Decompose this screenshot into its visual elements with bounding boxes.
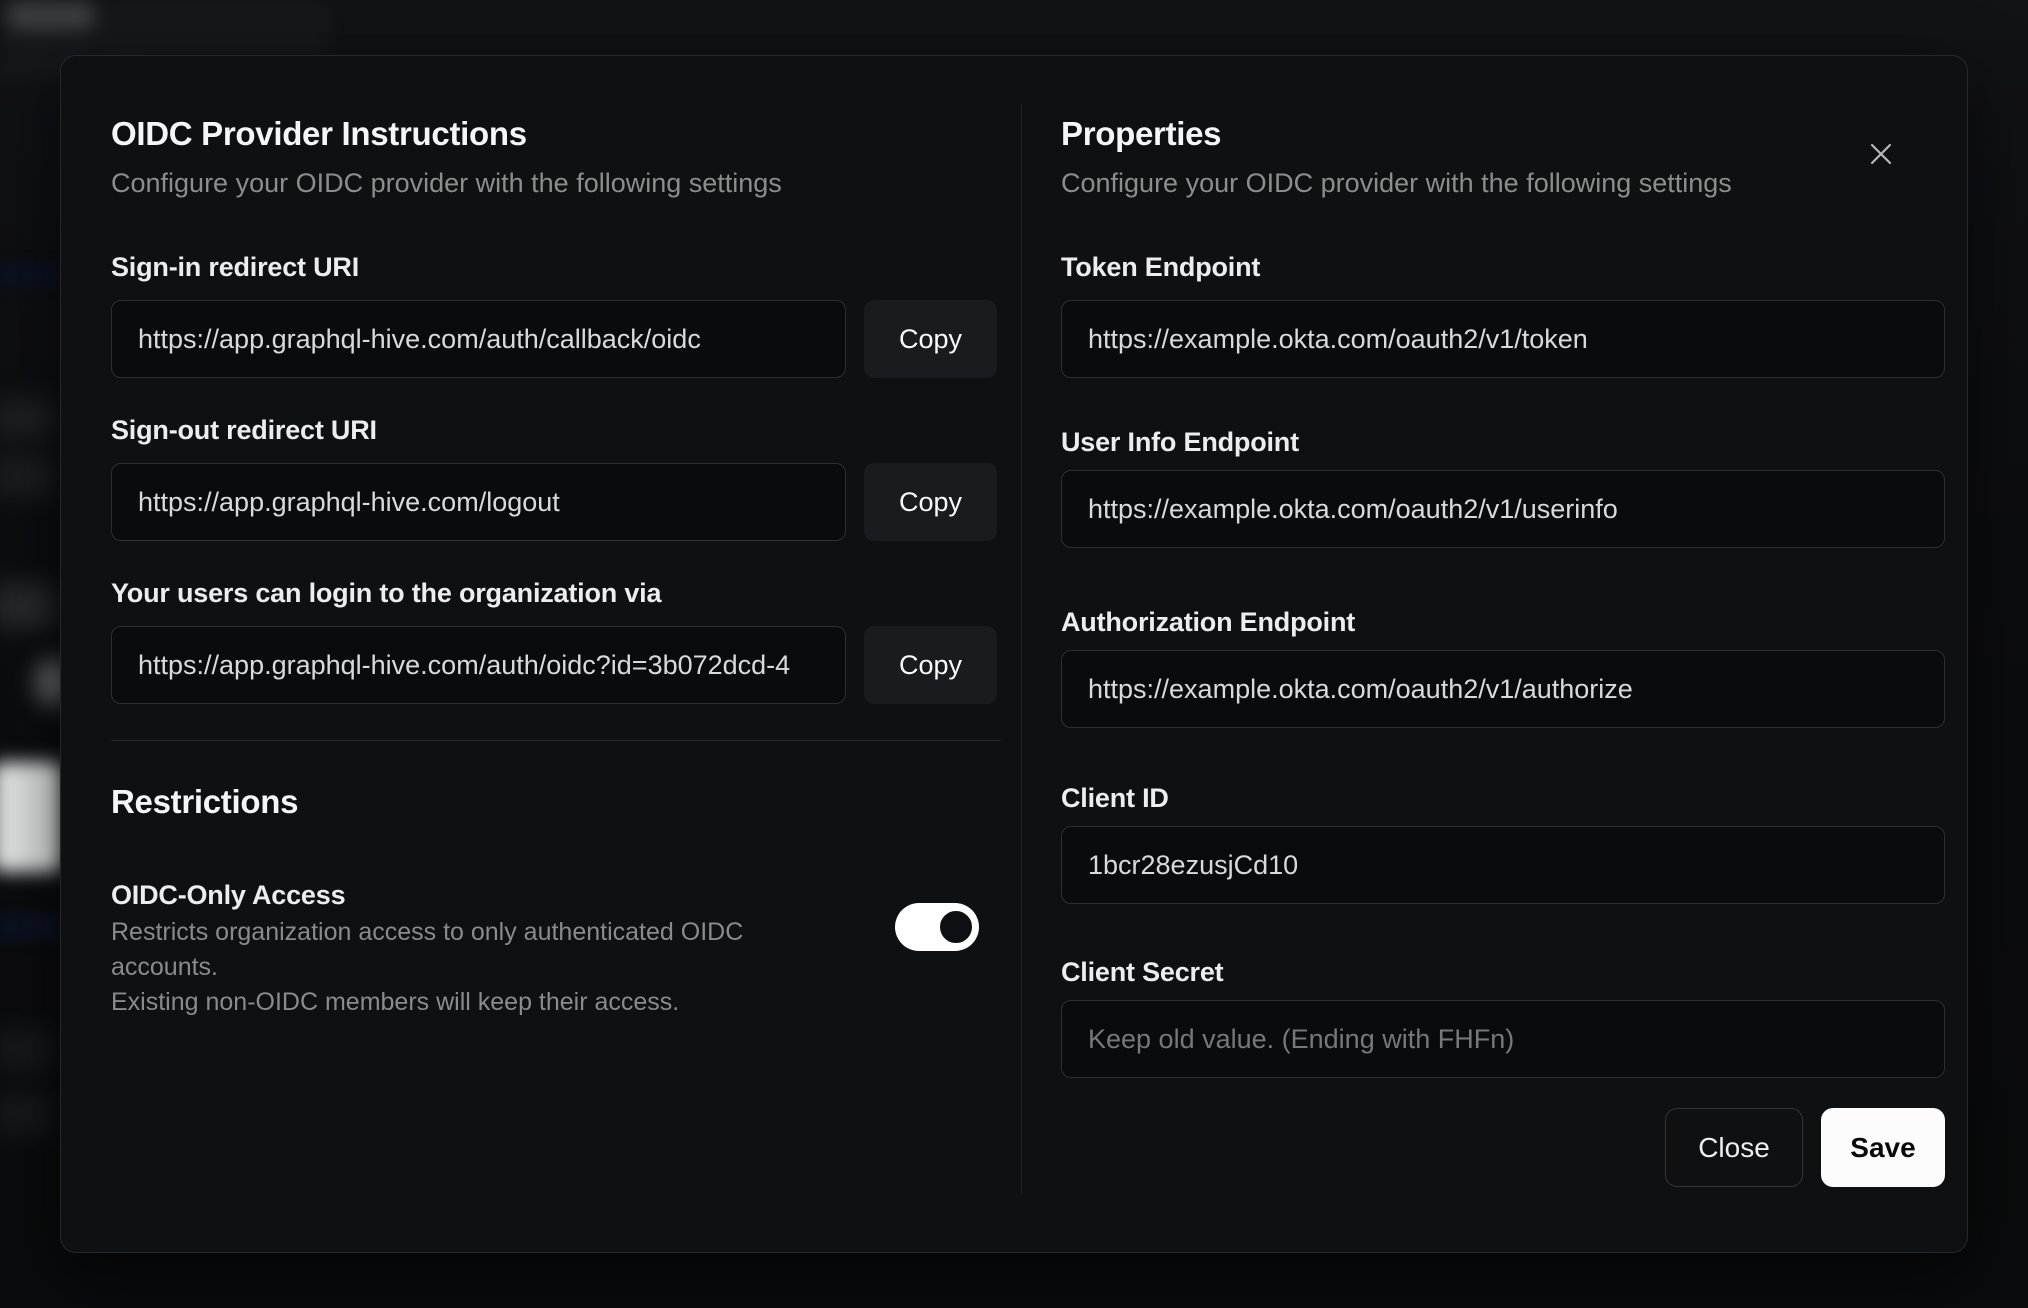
properties-title: Properties [1061, 115, 1222, 152]
sign-in-redirect-input[interactable] [111, 300, 846, 378]
backdrop-fragment-white-button [0, 762, 62, 872]
copy-button-login-url[interactable]: Copy [864, 626, 997, 704]
backdrop-fragment [0, 455, 56, 497]
client-id-label: Client ID [1061, 783, 1169, 813]
login-url-label: Your users can login to the organization… [111, 578, 662, 608]
user-info-endpoint-input[interactable] [1061, 470, 1945, 548]
client-secret-label: Client Secret [1061, 957, 1224, 987]
login-url-input[interactable] [111, 626, 846, 704]
backdrop-fragment [0, 912, 60, 942]
oidc-provider-dialog: OIDC Provider Instructions Configure you… [60, 55, 1968, 1253]
sign-out-redirect-input[interactable] [111, 463, 846, 541]
authorization-endpoint-label: Authorization Endpoint [1061, 607, 1356, 637]
sign-out-redirect-label: Sign-out redirect URI [111, 415, 377, 445]
sign-in-redirect-row: Copy [111, 300, 997, 378]
oidc-only-access-row: OIDC-Only Access Restricts organization … [111, 877, 997, 1020]
dialog-actions: Close Save [1061, 1108, 1945, 1187]
toggle-thumb [936, 907, 976, 947]
login-url-row: Copy [111, 626, 997, 704]
backdrop-fragment [0, 583, 56, 629]
properties-column: Properties Configure your OIDC provider … [1061, 113, 1945, 1187]
section-divider [111, 740, 1001, 741]
oidc-only-access-description: Restricts organization access to only au… [111, 918, 744, 1016]
backdrop-fragment [0, 1092, 54, 1136]
authorization-endpoint-input[interactable] [1061, 650, 1945, 728]
instructions-title: OIDC Provider Instructions [111, 115, 527, 152]
page-background: OIDC Provider Instructions Configure you… [0, 0, 2028, 1308]
column-divider [1021, 104, 1022, 1194]
backdrop-fragment-logo [8, 2, 94, 30]
backdrop-fragment [0, 262, 60, 288]
save-button[interactable]: Save [1821, 1108, 1945, 1187]
instructions-column: OIDC Provider Instructions Configure you… [111, 113, 1001, 1020]
oidc-only-access-toggle[interactable] [895, 903, 979, 951]
sign-in-redirect-label: Sign-in redirect URI [111, 252, 360, 282]
close-dialog-button[interactable]: Close [1665, 1108, 1803, 1187]
token-endpoint-input[interactable] [1061, 300, 1945, 378]
copy-button-sign-in[interactable]: Copy [864, 300, 997, 378]
restrictions-title: Restrictions [111, 783, 299, 820]
oidc-only-access-text: OIDC-Only Access Restricts organization … [111, 877, 841, 1020]
oidc-only-access-label: OIDC-Only Access [111, 880, 346, 910]
client-id-input[interactable] [1061, 826, 1945, 904]
backdrop-fragment [0, 1028, 54, 1072]
user-info-endpoint-label: User Info Endpoint [1061, 427, 1299, 457]
copy-button-sign-out[interactable]: Copy [864, 463, 997, 541]
instructions-subtitle: Configure your OIDC provider with the fo… [111, 168, 782, 198]
token-endpoint-label: Token Endpoint [1061, 252, 1261, 282]
client-secret-input[interactable] [1061, 1000, 1945, 1078]
backdrop-fragment [0, 398, 56, 438]
properties-subtitle: Configure your OIDC provider with the fo… [1061, 168, 1732, 198]
sign-out-redirect-row: Copy [111, 463, 997, 541]
